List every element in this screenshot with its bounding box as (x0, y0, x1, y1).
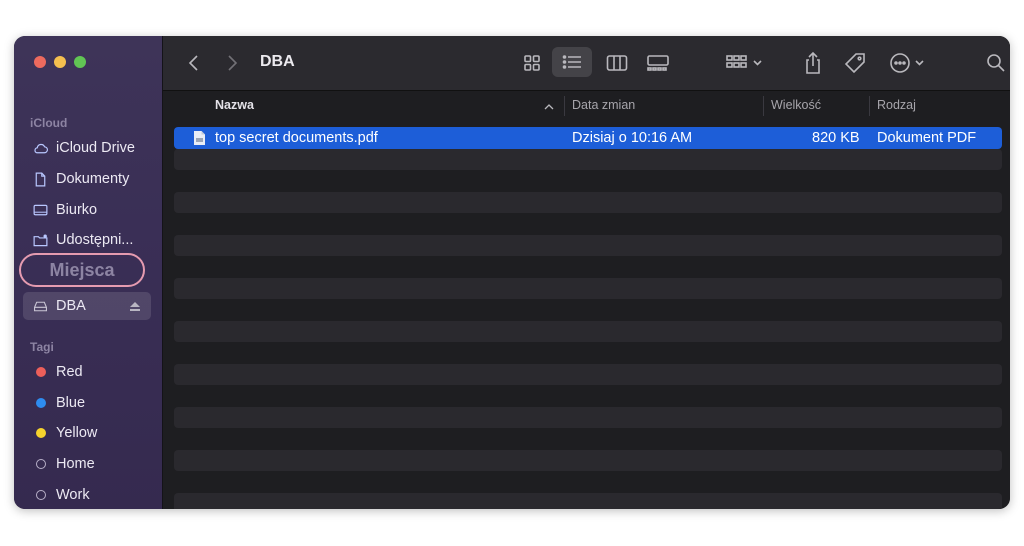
empty-row (174, 170, 1002, 192)
share-icon (806, 51, 820, 74)
sidebar-tag-work[interactable]: Work (23, 481, 151, 509)
column-name[interactable]: Nazwa (215, 98, 254, 112)
blue-tag-dot-icon (36, 398, 46, 408)
empty-row (174, 492, 1002, 509)
window-controls (34, 56, 86, 68)
sidebar-tag-blue[interactable]: Blue (23, 389, 151, 417)
file-list: top secret documents.pdf Dzisiaj o 10:16… (174, 127, 1002, 509)
yellow-tag-dot-icon (36, 428, 46, 438)
toolbar: DBA (163, 36, 1010, 91)
zoom-button[interactable] (74, 56, 86, 68)
window-title: DBA (260, 53, 295, 70)
empty-row (174, 385, 1002, 407)
sidebar-item-dokumenty[interactable]: Dokumenty (23, 165, 151, 193)
sidebar-item-dba[interactable]: DBA (23, 292, 151, 320)
sidebar-item-label: Home (56, 456, 95, 472)
more-actions-button[interactable] (887, 48, 933, 78)
sidebar-item-label: Yellow (56, 425, 98, 441)
home-tag-dot-icon (36, 459, 46, 469)
finder-window: iCloud iCloud Drive Dokumenty Biurko Udo… (14, 36, 1010, 509)
empty-row (174, 449, 1002, 471)
sidebar: iCloud iCloud Drive Dokumenty Biurko Udo… (14, 36, 163, 509)
work-tag-dot-icon (36, 490, 46, 500)
tag-icon (844, 53, 865, 74)
desktop-icon (32, 202, 49, 219)
icon-view-icon (524, 55, 540, 71)
empty-row (174, 213, 1002, 235)
tag-button[interactable] (841, 48, 869, 78)
list-view-button[interactable] (552, 47, 592, 77)
share-button[interactable] (800, 48, 826, 78)
group-button[interactable] (723, 49, 767, 77)
empty-row (174, 320, 1002, 342)
file-name: top secret documents.pdf (215, 130, 378, 146)
sidebar-item-label: Udostępni... (56, 232, 134, 248)
empty-row (174, 256, 1002, 278)
empty-row (174, 191, 1002, 213)
empty-row (174, 428, 1002, 450)
empty-row (174, 342, 1002, 364)
sidebar-section-icloud: iCloud (30, 116, 68, 130)
document-icon (32, 171, 49, 188)
close-button[interactable] (34, 56, 46, 68)
search-button[interactable] (981, 48, 1010, 78)
column-date[interactable]: Data zmian (572, 98, 635, 112)
column-view-button[interactable] (603, 49, 631, 77)
file-date: Dzisiaj o 10:16 AM (572, 130, 693, 146)
pdf-file-icon (194, 131, 205, 145)
sidebar-item-label: iCloud Drive (56, 140, 135, 156)
drive-icon (32, 298, 49, 315)
sidebar-item-label: Dokumenty (56, 171, 130, 187)
sidebar-item-icloud-drive[interactable]: iCloud Drive (23, 134, 151, 162)
sidebar-section-tags: Tagi (30, 340, 54, 354)
sidebar-item-shared[interactable]: Udostępni... (23, 226, 151, 254)
file-row[interactable]: top secret documents.pdf Dzisiaj o 10:16… (174, 127, 1002, 149)
minimize-button[interactable] (54, 56, 66, 68)
sidebar-item-label: Biurko (56, 202, 98, 218)
icon-view-button[interactable] (518, 49, 546, 77)
empty-row (174, 148, 1002, 170)
column-view-icon (606, 55, 628, 71)
column-header: Nazwa Data zmian Wielkość Rodzaj (163, 92, 1010, 120)
sidebar-item-label: Work (56, 487, 90, 503)
list-view-icon (562, 55, 581, 69)
cloud-icon (32, 140, 49, 157)
more-icon (890, 53, 924, 73)
sidebar-item-label: Blue (56, 395, 86, 411)
empty-row (174, 363, 1002, 385)
group-icon (726, 55, 762, 68)
sidebar-tag-yellow[interactable]: Yellow (23, 419, 151, 447)
empty-row (174, 234, 1002, 256)
file-kind: Dokument PDF (877, 130, 977, 146)
empty-row (174, 471, 1002, 493)
red-tag-dot-icon (36, 367, 46, 377)
eject-icon[interactable] (129, 300, 141, 316)
sidebar-item-label: DBA (56, 298, 86, 314)
sidebar-item-label: Red (56, 364, 83, 380)
sidebar-item-biurko[interactable]: Biurko (23, 196, 151, 224)
column-kind[interactable]: Rodzaj (877, 98, 916, 112)
places-section-highlight: Miejsca (19, 253, 145, 287)
empty-row (174, 299, 1002, 321)
search-icon (987, 54, 1005, 72)
forward-button[interactable] (221, 50, 243, 76)
forward-icon (228, 55, 238, 71)
back-button[interactable] (183, 50, 205, 76)
shared-folder-icon (32, 232, 49, 249)
empty-row (174, 406, 1002, 428)
empty-row (174, 277, 1002, 299)
sidebar-tag-home[interactable]: Home (23, 450, 151, 478)
sidebar-tag-red[interactable]: Red (23, 358, 151, 386)
column-size[interactable]: Wielkość (771, 98, 821, 112)
sort-ascending-icon (544, 104, 554, 110)
gallery-view-icon (647, 55, 669, 71)
file-size: 820 KB (812, 130, 860, 146)
back-icon (188, 55, 198, 71)
gallery-view-button[interactable] (643, 49, 673, 77)
file-browser: DBA Nazwa Data zmian Wielkość Rodzaj top… (163, 36, 1010, 509)
